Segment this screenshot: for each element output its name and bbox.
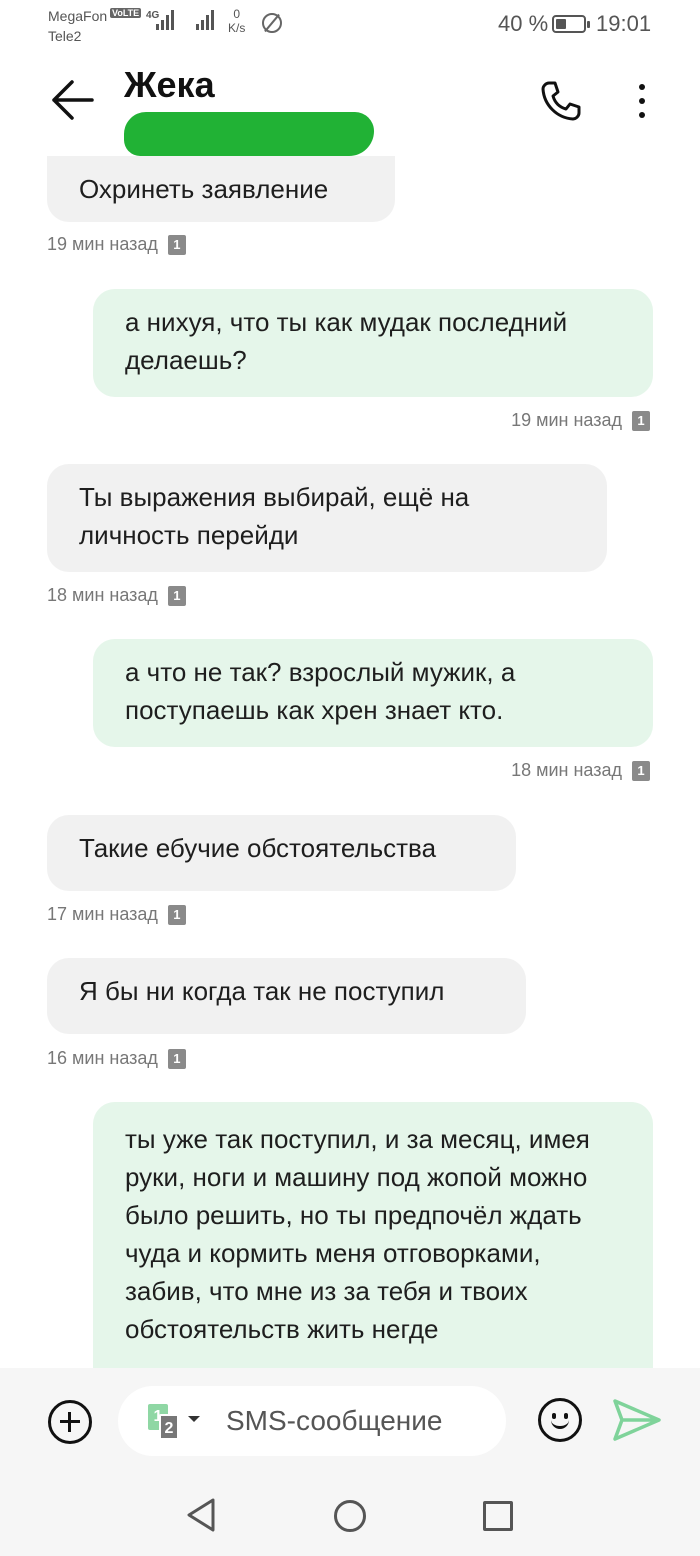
message-time: 19 мин назад: [47, 234, 158, 254]
message-text: а что не так? взрослый мужик, а поступае…: [125, 657, 516, 725]
message-bubble-incoming[interactable]: Ты выражения выбирай, ещё на личность пе…: [47, 464, 607, 572]
message-time: 18 мин назад: [47, 585, 158, 605]
signal-strength-icon-2: [196, 8, 214, 30]
battery-icon: [552, 15, 590, 33]
back-button[interactable]: [44, 72, 100, 128]
message-time: 16 мин назад: [47, 1048, 158, 1068]
carrier-2: Tele2: [48, 28, 82, 44]
emoji-button[interactable]: [538, 1398, 582, 1442]
system-navigation-bar: [0, 1476, 700, 1556]
sim-selector[interactable]: 1 2: [148, 1404, 208, 1440]
phone-icon: [541, 81, 581, 121]
message-bubble-outgoing[interactable]: а что не так? взрослый мужик, а поступае…: [93, 639, 653, 747]
message-bubble-outgoing[interactable]: ты уже так поступил, и за месяц, имея ру…: [93, 1102, 653, 1368]
volte-icon: VoLTE: [110, 8, 142, 18]
contact-name: Жека: [124, 64, 215, 105]
message-meta: 17 мин назад 1: [47, 904, 186, 925]
message-meta: 18 мин назад 1: [47, 585, 186, 606]
sim-1-icon: 1: [632, 760, 650, 781]
message-time: 19 мин назад: [511, 410, 622, 430]
message-text: Ты выражения выбирай, ещё на личность пе…: [79, 482, 470, 550]
sim-1-icon: 1: [167, 234, 186, 255]
message-meta: 19 мин назад 1: [511, 410, 650, 431]
message-bubble-outgoing[interactable]: а нихуя, что ты как мудак последний дела…: [93, 289, 653, 397]
more-vertical-icon: [639, 84, 645, 90]
message-time: 18 мин назад: [511, 760, 622, 780]
status-bar: MegaFon Tele2 VoLTE 4G 0 K/s 40 % 19:01: [0, 0, 700, 52]
send-button[interactable]: [612, 1398, 662, 1442]
nav-home-button[interactable]: [334, 1500, 366, 1532]
message-meta: 19 мин назад 1: [47, 234, 186, 255]
sim-1-icon: 1: [167, 585, 186, 606]
message-time: 17 мин назад: [47, 904, 158, 924]
sim-1-icon: 1: [167, 1048, 186, 1069]
message-composer[interactable]: 1 2: [118, 1386, 506, 1456]
conversation-header: Жека: [0, 52, 700, 162]
send-icon: [613, 1399, 661, 1441]
network-speed: 0 K/s: [228, 7, 246, 35]
nav-back-button[interactable]: [186, 1498, 216, 1532]
carrier-names: MegaFon Tele2: [48, 6, 107, 46]
redacted-phone-number: [124, 112, 374, 156]
carrier-1: MegaFon: [48, 8, 108, 24]
message-text: Охринеть заявление: [79, 174, 329, 204]
nav-recent-apps-button[interactable]: [483, 1501, 513, 1531]
message-text: Такие ебучие обстоятельства: [79, 833, 437, 863]
call-button[interactable]: [536, 76, 586, 126]
clock: 19:01: [596, 11, 652, 36]
battery-percent: 40 %: [498, 11, 549, 36]
message-bubble-incoming[interactable]: Я бы ни когда так не поступил: [47, 958, 526, 1034]
message-bubble-incoming[interactable]: Такие ебучие обстоятельства: [47, 815, 516, 891]
message-meta: 18 мин назад 1: [511, 760, 650, 781]
sms-input[interactable]: [226, 1398, 486, 1444]
sim-1-icon: 1: [167, 904, 186, 925]
message-text: ты уже так поступил, и за месяц, имея ру…: [125, 1124, 590, 1344]
sim-1-icon: 1: [632, 410, 650, 431]
add-attachment-button[interactable]: [48, 1400, 92, 1444]
compose-bar: 1 2: [0, 1368, 700, 1476]
chevron-down-icon: [188, 1416, 200, 1422]
do-not-disturb-icon: [262, 13, 282, 33]
signal-strength-icon-1: [156, 8, 174, 30]
message-text: а нихуя, что ты как мудак последний дела…: [125, 307, 568, 375]
message-thread[interactable]: Охринеть заявление 19 мин назад 1 а ниху…: [0, 156, 700, 1368]
message-bubble-incoming[interactable]: Охринеть заявление: [47, 156, 395, 222]
arrow-left-icon: [52, 80, 94, 120]
more-options-button[interactable]: [624, 76, 660, 126]
sim-2-icon: 2: [159, 1414, 179, 1440]
message-meta: 16 мин назад 1: [47, 1048, 186, 1069]
message-text: Я бы ни когда так не поступил: [79, 976, 445, 1006]
